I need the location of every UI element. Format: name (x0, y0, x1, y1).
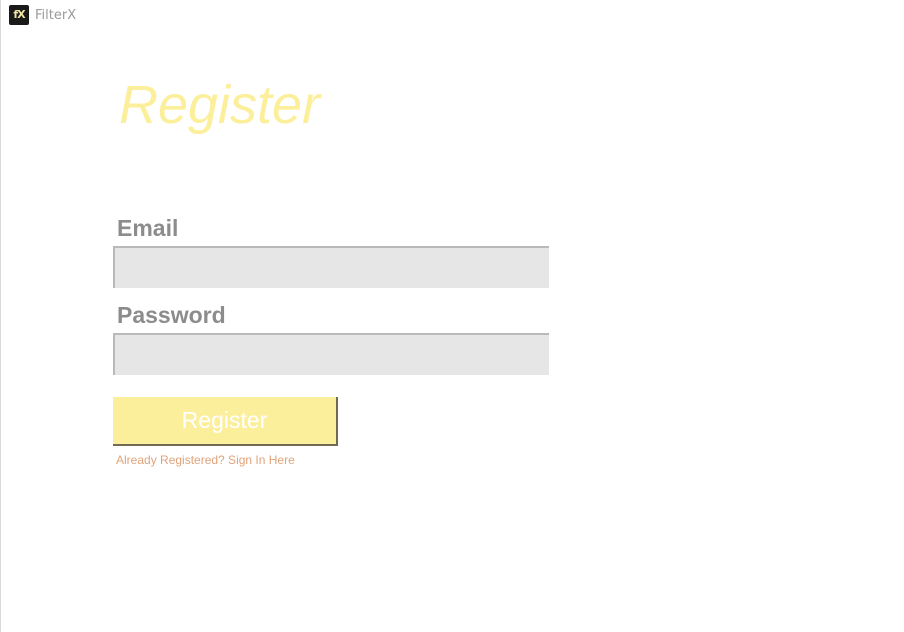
page-title: Register (119, 75, 321, 135)
email-label: Email (117, 215, 179, 241)
register-button[interactable]: Register (113, 397, 338, 446)
sign-in-link[interactable]: Already Registered? Sign In Here (116, 453, 295, 467)
email-field[interactable] (113, 246, 549, 288)
password-label: Password (117, 302, 226, 328)
app-window: fX FilterX Register Email Password Regis… (0, 0, 904, 632)
filterx-logo-icon: fX (9, 5, 29, 25)
password-field[interactable] (113, 333, 549, 375)
title-bar: fX FilterX (1, 0, 904, 30)
app-title: FilterX (35, 7, 77, 23)
